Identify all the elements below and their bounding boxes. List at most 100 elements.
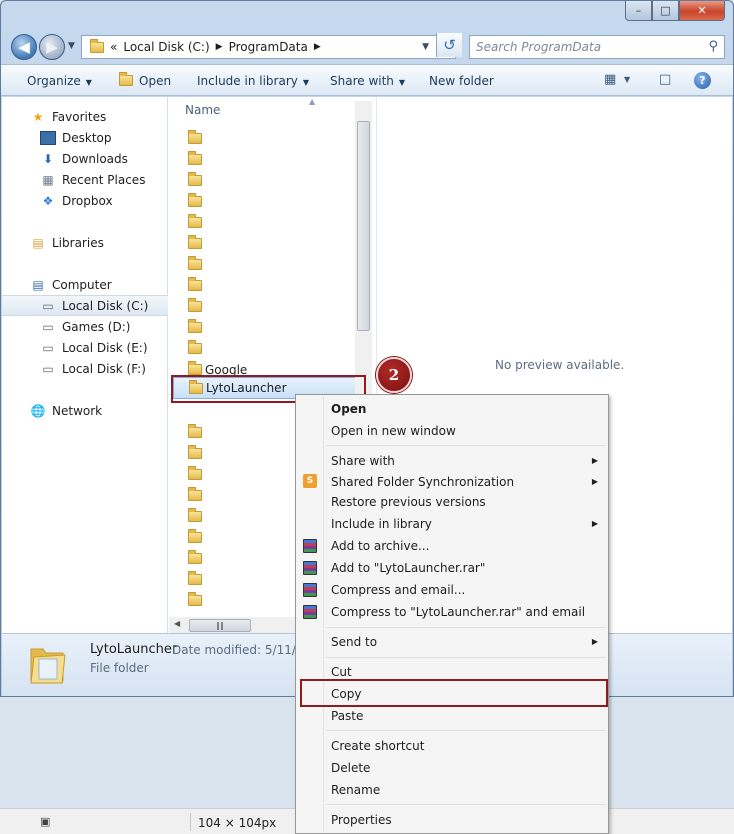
menu-open-in-new-window[interactable]: Open in new window <box>331 424 456 438</box>
folder-icon[interactable] <box>188 571 202 585</box>
menu-separator <box>326 657 606 658</box>
star-icon: ★ <box>32 109 44 124</box>
chevron-down-icon: ▼ <box>85 78 92 87</box>
menu-delete[interactable]: Delete <box>331 761 370 775</box>
folder-icon[interactable] <box>188 235 202 249</box>
chevron-right-icon[interactable]: ▶ <box>216 42 223 52</box>
organize-button[interactable]: Organize ▼ <box>27 74 92 88</box>
menu-send-to[interactable]: Send to <box>331 635 377 649</box>
selection-icon[interactable]: ▣ <box>40 815 50 828</box>
include-in-library-button[interactable]: Include in library ▼ <box>197 74 309 88</box>
chevron-right-icon[interactable]: ▶ <box>314 42 321 52</box>
folder-icon[interactable] <box>188 319 202 333</box>
address-overflow[interactable]: « <box>110 40 117 54</box>
folder-icon[interactable] <box>188 592 202 606</box>
sort-arrow-icon: ▲ <box>309 97 316 106</box>
views-icon[interactable]: ▦ <box>604 72 616 87</box>
address-dropdown-icon[interactable]: ▼ <box>422 42 429 52</box>
folder-icon[interactable] <box>188 550 202 564</box>
help-icon[interactable]: ? <box>694 72 711 89</box>
search-icon[interactable]: ⚲ <box>708 39 718 54</box>
no-preview-text: No preview available. <box>495 358 625 372</box>
menu-create-shortcut[interactable]: Create shortcut <box>331 739 424 753</box>
caption-buttons: – □ ✕ <box>625 1 725 21</box>
menu-add-to-rar[interactable]: Add to "LytoLauncher.rar" <box>331 561 485 575</box>
close-button[interactable]: ✕ <box>679 1 725 21</box>
column-header-name[interactable]: Name <box>185 103 220 117</box>
nav-network[interactable]: 🌐 Network <box>2 400 168 421</box>
chevron-down-icon[interactable]: ▼ <box>624 75 630 84</box>
nav-favorites[interactable]: ★ Favorites <box>2 106 168 127</box>
menu-compress-and-email[interactable]: Compress and email... <box>331 583 465 597</box>
folder-icon[interactable] <box>188 445 202 459</box>
nav-local-disk-c[interactable]: ▭ Local Disk (C:) <box>2 295 168 316</box>
menu-restore-previous-versions[interactable]: Restore previous versions <box>331 495 486 509</box>
menu-include-in-library[interactable]: Include in library <box>331 517 432 531</box>
menu-open[interactable]: Open <box>331 402 366 416</box>
step-badge: 2 <box>376 357 412 393</box>
network-icon: 🌐 <box>30 403 46 418</box>
folder-icon[interactable] <box>188 256 202 270</box>
menu-properties[interactable]: Properties <box>331 813 392 827</box>
scroll-left-icon[interactable]: ◀ <box>174 619 180 628</box>
folder-icon[interactable] <box>188 193 202 207</box>
new-folder-button[interactable]: New folder <box>429 74 494 88</box>
submenu-arrow-icon: ▶ <box>591 456 598 465</box>
folder-icon <box>90 38 104 53</box>
folder-icon[interactable] <box>188 529 202 543</box>
navigation-bar: ◀ ▶ ▼ « Local Disk (C:) ▶ ProgramData ▶ … <box>11 33 725 61</box>
image-size: 104 × 104px <box>198 816 277 830</box>
breadcrumb-local-disk-c[interactable]: Local Disk (C:) <box>123 40 209 54</box>
open-button[interactable]: Open <box>119 72 171 88</box>
forward-button[interactable]: ▶ <box>39 34 65 60</box>
menu-compress-rar-and-email[interactable]: Compress to "LytoLauncher.rar" and email <box>331 605 585 619</box>
details-type: File folder <box>90 661 149 675</box>
folder-icon[interactable] <box>188 487 202 501</box>
menu-rename[interactable]: Rename <box>331 783 380 797</box>
search-input[interactable]: Search ProgramData ⚲ <box>469 35 725 59</box>
nav-computer[interactable]: ▤ Computer <box>2 274 168 295</box>
folder-icon[interactable] <box>188 340 202 354</box>
chevron-down-icon: ▼ <box>398 78 406 87</box>
desktop-icon <box>40 130 56 145</box>
nav-recent-places[interactable]: ▦ Recent Places <box>2 169 168 190</box>
nav-desktop[interactable]: Desktop <box>2 127 168 148</box>
folder-icon[interactable] <box>188 298 202 312</box>
nav-local-disk-e[interactable]: ▭ Local Disk (E:) <box>2 337 168 358</box>
menu-cut[interactable]: Cut <box>331 665 352 679</box>
nav-dropbox[interactable]: ❖ Dropbox <box>2 190 168 211</box>
folder-icon[interactable] <box>188 466 202 480</box>
maximize-button[interactable]: □ <box>652 1 679 21</box>
back-button[interactable]: ◀ <box>11 34 37 60</box>
preview-pane-icon[interactable]: □ <box>659 72 671 87</box>
folder-icon[interactable] <box>188 214 202 228</box>
folder-icon[interactable] <box>188 172 202 186</box>
share-with-button[interactable]: Share with ▼ <box>330 74 405 88</box>
folder-icon[interactable] <box>188 151 202 165</box>
drive-icon: ▭ <box>42 340 54 355</box>
address-bar[interactable]: « Local Disk (C:) ▶ ProgramData ▶ ▼ <box>81 35 456 59</box>
menu-shared-folder-sync[interactable]: Shared Folder Synchronization <box>331 475 514 489</box>
nav-games-d[interactable]: ▭ Games (D:) <box>2 316 168 337</box>
folder-icon[interactable] <box>188 130 202 144</box>
menu-add-to-archive[interactable]: Add to archive... <box>331 539 429 553</box>
refresh-button[interactable]: ↺ <box>436 33 462 57</box>
folder-icon[interactable] <box>188 508 202 522</box>
scrollbar-thumb[interactable] <box>357 121 370 331</box>
folder-icon[interactable] <box>188 424 202 438</box>
menu-share-with[interactable]: Share with <box>331 454 395 468</box>
menu-separator <box>326 445 606 446</box>
minimize-button[interactable]: – <box>625 1 652 21</box>
nav-local-disk-f[interactable]: ▭ Local Disk (F:) <box>2 358 168 379</box>
recent-pages-dropdown-icon[interactable]: ▼ <box>68 41 75 51</box>
nav-libraries[interactable]: ▤ Libraries <box>2 232 168 253</box>
menu-paste[interactable]: Paste <box>331 709 363 723</box>
breadcrumb-programdata[interactable]: ProgramData <box>229 40 308 54</box>
submenu-arrow-icon: ▶ <box>591 519 598 528</box>
folder-icon[interactable] <box>188 277 202 291</box>
winrar-icon <box>303 539 317 553</box>
scrollbar-thumb[interactable]: ‖‖ <box>189 619 251 632</box>
folder-icon <box>30 648 66 684</box>
nav-downloads[interactable]: ⬇ Downloads <box>2 148 168 169</box>
details-name: LytoLauncher <box>90 642 178 657</box>
